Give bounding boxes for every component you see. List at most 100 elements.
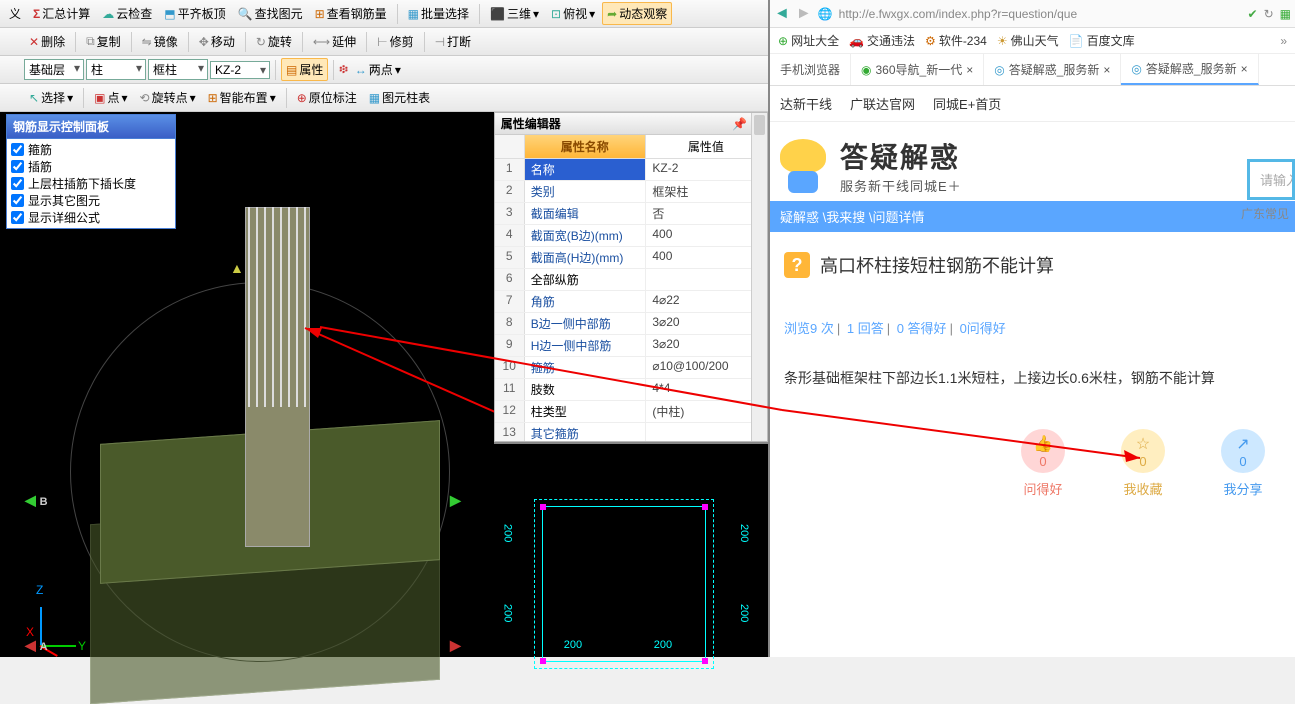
subtype-dropdown[interactable]: 框柱 — [148, 59, 208, 80]
action-fav[interactable]: ☆0 我收藏 — [1121, 429, 1165, 498]
property-row[interactable]: 7角筋4⌀22 — [495, 291, 767, 313]
panel-title: 钢筋显示控制面板 — [7, 115, 175, 138]
col-table-btn[interactable]: ▦ 图元柱表 — [364, 86, 435, 109]
brand-title: 答疑解惑 — [840, 136, 962, 176]
property-btn[interactable]: ▤ 属性 — [281, 58, 328, 81]
3d-viewport[interactable]: Z Y X ▲ ◀ B ▶ ◀ A ▶ 钢筋显示控制面板 箍筋插筋上层柱插筋下插… — [0, 112, 494, 657]
property-row[interactable]: 4截面宽(B边)(mm)400 — [495, 225, 767, 247]
rot-point-btn[interactable]: ⟲ 旋转点 ▾ — [135, 86, 201, 109]
action-share[interactable]: ↗0 我分享 — [1221, 429, 1265, 498]
section-view[interactable]: 200 200 200 200 200 200 — [494, 442, 768, 657]
checkbox[interactable] — [11, 177, 24, 190]
dyn-view-btn[interactable]: ➦ 动态观察 — [602, 2, 672, 25]
type-dropdown[interactable]: 柱 — [86, 59, 146, 80]
checkbox-row[interactable]: 插筋 — [9, 158, 173, 175]
delete-btn[interactable]: ✕ 删除 — [24, 30, 70, 53]
checkbox-row[interactable]: 上层柱插筋下插长度 — [9, 175, 173, 192]
select-btn[interactable]: ↖ 选择 ▾ — [24, 86, 78, 109]
checkbox[interactable] — [11, 194, 24, 207]
bookmark-item[interactable]: ⊕网址大全 — [778, 32, 839, 49]
question-badge: ? — [784, 252, 810, 278]
ortho-btn[interactable]: ⊡ 俯视 ▾ — [546, 2, 600, 25]
property-row[interactable]: 8B边一侧中部筋3⌀20 — [495, 313, 767, 335]
tab-dayi-1[interactable]: ◎答疑解惑_服务新× — [984, 54, 1121, 85]
scrollbar[interactable] — [751, 113, 767, 441]
rebar-display-panel[interactable]: 钢筋显示控制面板 箍筋插筋上层柱插筋下插长度显示其它图元显示详细公式 — [6, 114, 176, 229]
region-link[interactable]: 广东常见 — [1241, 205, 1289, 222]
break-btn[interactable]: ⊣ 打断 — [430, 30, 476, 53]
checkbox-label: 显示详细公式 — [28, 209, 100, 226]
extend-btn[interactable]: ⟷ 延伸 — [308, 30, 361, 53]
view3d-btn[interactable]: ⬛ 三维 ▾ — [485, 2, 544, 25]
bookmark-item[interactable]: ☀佛山天气 — [997, 32, 1059, 49]
address-bar[interactable]: ◄ ► 🌐 http://e.fwxgx.com/index.php?r=que… — [770, 0, 1295, 28]
view-rebar-btn[interactable]: ⊞ 查看钢筋量 — [310, 2, 392, 25]
question-body: 条形基础框架柱下部边长1.1米短柱，上接边长0.6米柱，钢筋不能计算 — [784, 367, 1285, 389]
search-input[interactable]: 请输入提 — [1247, 159, 1295, 200]
question-meta: 浏览9 次| 1 回答| 0 答得好| 0问得好 — [784, 318, 1285, 337]
subnav-link[interactable]: 同城E+首页 — [933, 94, 1001, 113]
tab-dayi-2[interactable]: ◎答疑解惑_服务新× — [1121, 54, 1258, 85]
more-icon[interactable]: » — [1280, 34, 1287, 48]
property-row[interactable]: 11肢数4*4 — [495, 379, 767, 401]
property-row[interactable]: 6全部纵筋 — [495, 269, 767, 291]
property-row[interactable]: 10箍筋⌀10@100/200 — [495, 357, 767, 379]
def-btn[interactable]: 义 — [4, 2, 26, 25]
property-editor: 属性编辑器 📌 ✕ 属性名称 属性值 1名称KZ-22类别框架柱3截面编辑否4截… — [494, 112, 768, 442]
pin-icon[interactable]: 📌 — [732, 117, 747, 131]
checkbox[interactable] — [11, 143, 24, 156]
smart-btn[interactable]: ⊞ 智能布置 ▾ — [203, 86, 281, 109]
checkbox[interactable] — [11, 160, 24, 173]
url-text: http://e.fwxgx.com/index.php?r=question/… — [839, 7, 1242, 21]
action-bar: 👍0 问得好 ☆0 我收藏 ↗0 我分享 — [784, 429, 1285, 498]
id-dropdown[interactable]: KZ-2 — [210, 61, 270, 79]
bookmarks-bar: ⊕网址大全 🚗交通违法 ⚙软件-234 ☀佛山天气 📄百度文库 » — [770, 28, 1295, 54]
bookmark-item[interactable]: ⚙软件-234 — [925, 32, 987, 49]
property-row[interactable]: 9H边一侧中部筋3⌀20 — [495, 335, 767, 357]
subnav: 达新干线 广联达官网 同城E+首页 — [770, 86, 1295, 122]
property-row[interactable]: 1名称KZ-2 — [495, 159, 767, 181]
mirror-btn[interactable]: ⇋ 镜像 — [137, 30, 183, 53]
origin-btn[interactable]: ⊕ 原位标注 — [292, 86, 362, 109]
subnav-link[interactable]: 达新干线 — [780, 94, 832, 113]
batch-btn[interactable]: ▦ 批量选择 — [403, 2, 474, 25]
tab-360[interactable]: ◉360导航_新一代× — [851, 54, 984, 85]
property-row[interactable]: 3截面编辑否 — [495, 203, 767, 225]
copy-btn[interactable]: ⧉ 复制 — [81, 30, 126, 53]
checkbox-row[interactable]: 箍筋 — [9, 141, 173, 158]
back-icon[interactable]: ◄ — [774, 5, 790, 23]
checkbox-row[interactable]: 显示详细公式 — [9, 209, 173, 226]
trim-btn[interactable]: ⊢ 修剪 — [372, 30, 418, 53]
property-row[interactable]: 13其它箍筋 — [495, 423, 767, 441]
checkbox[interactable] — [11, 211, 24, 224]
bookmark-item[interactable]: 📄百度文库 — [1069, 32, 1135, 49]
forward-icon[interactable]: ► — [796, 5, 812, 23]
sum-btn[interactable]: Σ 汇总计算 — [28, 2, 95, 25]
move-btn[interactable]: ✥ 移动 — [194, 30, 240, 53]
point-btn[interactable]: ▣ 点 ▾ — [89, 86, 132, 109]
property-row[interactable]: 2类别框架柱 — [495, 181, 767, 203]
selector-toolbar: 基础层 柱 框柱 KZ-2 ▤ 属性 ፨ ↔ 两点 ▾ — [0, 56, 768, 84]
checkbox-label: 显示其它图元 — [28, 192, 100, 209]
align-btn[interactable]: ⬒ 平齐板顶 — [159, 2, 230, 25]
bookmark-item[interactable]: 🚗交通违法 — [849, 32, 915, 49]
checkbox-label: 插筋 — [28, 158, 52, 175]
tab-bar: 手机浏览器 ◉360导航_新一代× ◎答疑解惑_服务新× ◎答疑解惑_服务新× — [770, 54, 1295, 86]
find-elem-btn[interactable]: 🔍 查找图元 — [233, 2, 308, 25]
property-editor-title: 属性编辑器 — [501, 115, 561, 132]
main-toolbar-1: 义 Σ 汇总计算 ☁ 云检查 ⬒ 平齐板顶 🔍 查找图元 ⊞ 查看钢筋量 ▦ 批… — [0, 0, 768, 28]
property-row[interactable]: 12柱类型(中柱) — [495, 401, 767, 423]
property-row[interactable]: 5截面高(H边)(mm)400 — [495, 247, 767, 269]
action-good[interactable]: 👍0 问得好 — [1021, 429, 1065, 498]
cloud-check-btn[interactable]: ☁ 云检查 — [97, 2, 157, 25]
floor-dropdown[interactable]: 基础层 — [24, 59, 84, 80]
globe-icon: 🌐 — [818, 7, 833, 21]
checkbox-row[interactable]: 显示其它图元 — [9, 192, 173, 209]
rotate-btn[interactable]: ↻ 旋转 — [251, 30, 297, 53]
tab-mobile[interactable]: 手机浏览器 — [770, 54, 851, 85]
refresh-icon[interactable]: ↻ — [1264, 7, 1274, 21]
menu-icon[interactable]: ▦ — [1280, 7, 1291, 21]
checkbox-label: 箍筋 — [28, 141, 52, 158]
two-point-btn[interactable]: ↔ 两点 ▾ — [350, 58, 406, 81]
subnav-link[interactable]: 广联达官网 — [850, 94, 915, 113]
